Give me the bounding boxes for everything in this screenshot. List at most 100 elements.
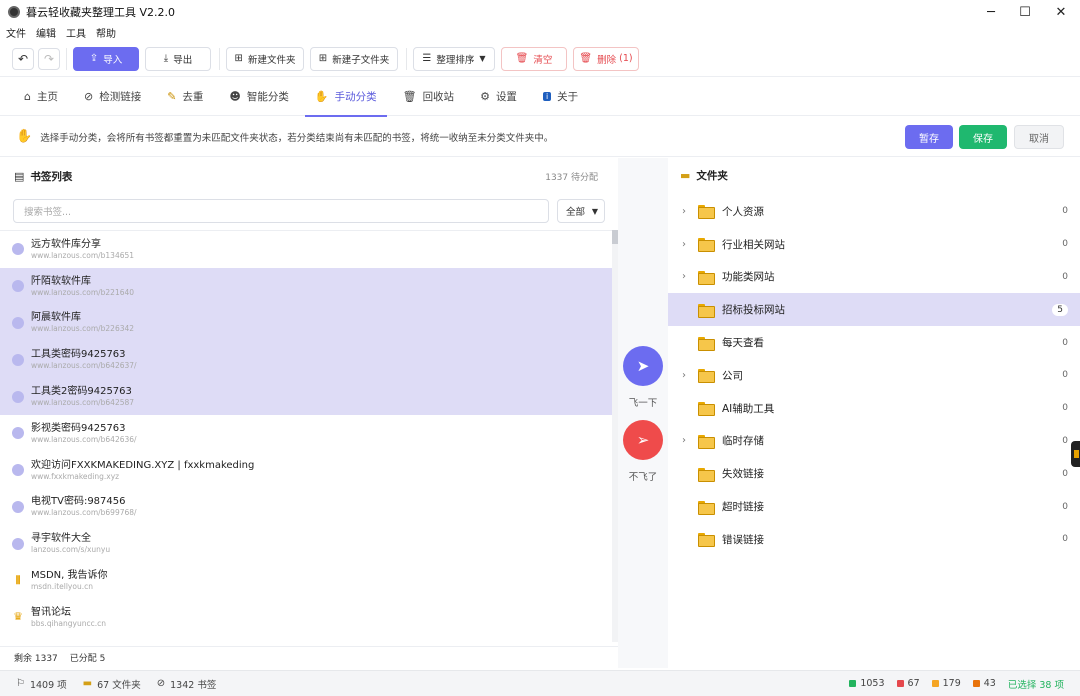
- bookmark-text: 欢迎访问FXXKMAKEDING.XYZ | fxxkmakeding www.f…: [31, 459, 254, 482]
- pause-save-button[interactable]: 暂存: [905, 125, 953, 149]
- window-title: 暮云轻收藏夹整理工具 V2.2.0: [26, 6, 176, 19]
- tab-settings[interactable]: ⚙ 设置: [470, 78, 527, 116]
- hand-icon: ✋: [314, 90, 329, 103]
- import-label: 导入: [103, 54, 123, 66]
- bookmark-row[interactable]: 阿晨软件库 www.lanzous.com/b226342: [0, 304, 612, 342]
- green-square-icon: [849, 680, 857, 687]
- upload-icon: ⇪: [89, 53, 99, 64]
- link-icon: ⊘: [156, 678, 166, 689]
- clear-button[interactable]: 🗑 清空: [501, 46, 567, 71]
- folder-name: AI辅助工具: [722, 402, 775, 415]
- bookmark-row[interactable]: 影视类密码9425763 www.lanzous.com/b642636/: [0, 415, 612, 452]
- tab-label: 回收站: [422, 91, 455, 103]
- folder-row[interactable]: 失效链接 0: [668, 457, 1080, 490]
- no-fly-button[interactable]: ➢: [623, 420, 663, 460]
- home-icon: ⌂: [24, 90, 31, 103]
- tab-label: 去重: [182, 91, 204, 103]
- app-icon: [8, 6, 20, 18]
- new-folder-button[interactable]: ⊞ 新建文件夹: [226, 46, 304, 71]
- document-icon: ▤: [14, 169, 25, 183]
- chevron-right-icon[interactable]: ›: [682, 206, 692, 217]
- delete-button[interactable]: 🗑 删除 (1): [573, 46, 639, 71]
- clear-label: 清空: [533, 54, 553, 66]
- menu-edit[interactable]: 编辑: [36, 25, 56, 40]
- assigned-count: 已分配 5: [69, 654, 106, 664]
- bookmark-filter-select[interactable]: 全部 ▼: [557, 199, 605, 223]
- menu-help[interactable]: 帮助: [96, 25, 116, 40]
- folder-icon: [698, 467, 715, 482]
- bookmark-row[interactable]: ♛ 智讯论坛 bbs.qihangyuncc.cn: [0, 599, 612, 636]
- folder-row[interactable]: 招标投标网站 5: [668, 293, 1080, 327]
- status-stats: 1053 67 179 43 已选择 38 项: [849, 677, 1064, 691]
- side-widget-handle[interactable]: [1071, 441, 1080, 467]
- folder-icon: [698, 205, 715, 220]
- bookmark-list-header: ▤ 书签列表 1337 待分配: [0, 158, 618, 194]
- trash-icon: 🗑: [579, 53, 593, 64]
- robot-icon: ☻: [229, 90, 241, 103]
- import-button[interactable]: ⇪ 导入: [73, 46, 139, 71]
- bookmark-url: www.fxxkmakeding.xyz: [31, 471, 120, 481]
- status-items-text: 1409 项: [29, 679, 67, 691]
- toolbar-divider: [66, 47, 67, 70]
- fly-label: 飞一下: [628, 398, 658, 409]
- tab-dedupe[interactable]: ✎ 去重: [157, 78, 213, 116]
- bookmark-row[interactable]: 欢迎访问FXXKMAKEDING.XYZ | fxxkmakeding www.f…: [0, 452, 612, 489]
- bookmark-title: 寻宇软件大全: [31, 533, 91, 545]
- bookmark-row[interactable]: 工具类2密码9425763 www.lanzous.com/b642587: [0, 378, 612, 415]
- folder-row[interactable]: › 行业相关网站 0: [668, 228, 1080, 261]
- sort-label: 整理排序: [436, 54, 475, 66]
- tab-link-check[interactable]: ⊘ 检测链接: [74, 78, 151, 116]
- hand-icon: ✋: [16, 129, 33, 144]
- chevron-right-icon[interactable]: ›: [682, 370, 692, 381]
- bookmark-url: www.lanzous.com/b699768/: [31, 508, 137, 518]
- folder-row[interactable]: 超时链接 0: [668, 490, 1080, 523]
- folder-row[interactable]: 每天查看 0: [668, 326, 1080, 359]
- tab-manual-classify[interactable]: ✋ 手动分类: [304, 78, 387, 117]
- bookmark-url: www.lanzous.com/b226342: [31, 324, 135, 334]
- cancel-button[interactable]: 取消: [1014, 125, 1064, 149]
- bookmark-url: www.lanzous.com/b642587: [31, 398, 135, 408]
- stat-error: 43: [972, 678, 996, 689]
- bookmark-row[interactable]: 寻宇软件大全 lanzous.com/s/xunyu: [0, 525, 612, 562]
- favicon-icon: [12, 500, 24, 513]
- bookmark-row[interactable]: ⦀ MSDN, 我告诉你 msdn.itellyou.cn: [0, 562, 612, 599]
- folder-row[interactable]: › 公司 0: [668, 359, 1080, 392]
- folder-row[interactable]: 错误链接 0: [668, 523, 1080, 556]
- export-button[interactable]: ⤓ 导出: [145, 46, 211, 71]
- undo-button[interactable]: ↶: [12, 47, 34, 70]
- menu-tools[interactable]: 工具: [66, 25, 86, 40]
- tab-recycle-bin[interactable]: 🗑 回收站: [393, 78, 464, 116]
- bookmark-row[interactable]: 远方软件库分享 www.lanzous.com/b134651: [0, 231, 612, 268]
- new-subfolder-button[interactable]: ⊞ 新建子文件夹: [310, 46, 398, 71]
- chevron-right-icon[interactable]: ›: [682, 435, 692, 446]
- bookmark-row[interactable]: 电视TV密码:987456 www.lanzous.com/b699768/: [0, 489, 612, 526]
- folder-icon: [698, 500, 715, 515]
- redo-button[interactable]: ↷: [38, 47, 60, 70]
- tab-about[interactable]: i 关于: [533, 78, 588, 116]
- fly-button[interactable]: ➤: [623, 346, 663, 386]
- folder-row[interactable]: › 功能类网站 0: [668, 261, 1080, 294]
- tab-home[interactable]: ⌂ 主页: [14, 78, 68, 116]
- folder-icon: [698, 402, 715, 417]
- folder-row[interactable]: AI辅助工具 0: [668, 392, 1080, 425]
- sort-dropdown[interactable]: ☰ 整理排序 ▼: [413, 46, 495, 71]
- minimize-button[interactable]: ─: [974, 0, 1008, 24]
- bookmark-text: 阿晨软件库 www.lanzous.com/b226342: [31, 311, 134, 334]
- favicon-icon: [12, 464, 24, 477]
- folder-panel-title: 文件夹: [696, 169, 728, 182]
- bookmark-search-input[interactable]: 搜索书签...: [13, 199, 549, 223]
- maximize-button[interactable]: ☐: [1008, 0, 1042, 24]
- chevron-right-icon[interactable]: ›: [682, 271, 692, 282]
- menu-file[interactable]: 文件: [6, 25, 26, 40]
- bookmark-row[interactable]: 工具类密码9425763 www.lanzous.com/b642637/: [0, 341, 612, 379]
- stat-valid: 1053: [849, 678, 885, 689]
- folder-row[interactable]: › 临时存储 0: [668, 425, 1080, 458]
- bookmark-row[interactable]: 阡陌软软件库 www.lanzous.com/b221640: [0, 267, 612, 305]
- folder-row[interactable]: › 个人资源 0: [668, 195, 1080, 228]
- tab-smart-classify[interactable]: ☻ 智能分类: [219, 78, 298, 116]
- close-button[interactable]: ✕: [1044, 0, 1078, 24]
- folder-icon: ▬: [82, 678, 93, 689]
- save-button[interactable]: 保存: [959, 125, 1007, 149]
- chevron-right-icon[interactable]: ›: [682, 239, 692, 250]
- bookmark-title: 智讯论坛: [31, 606, 71, 618]
